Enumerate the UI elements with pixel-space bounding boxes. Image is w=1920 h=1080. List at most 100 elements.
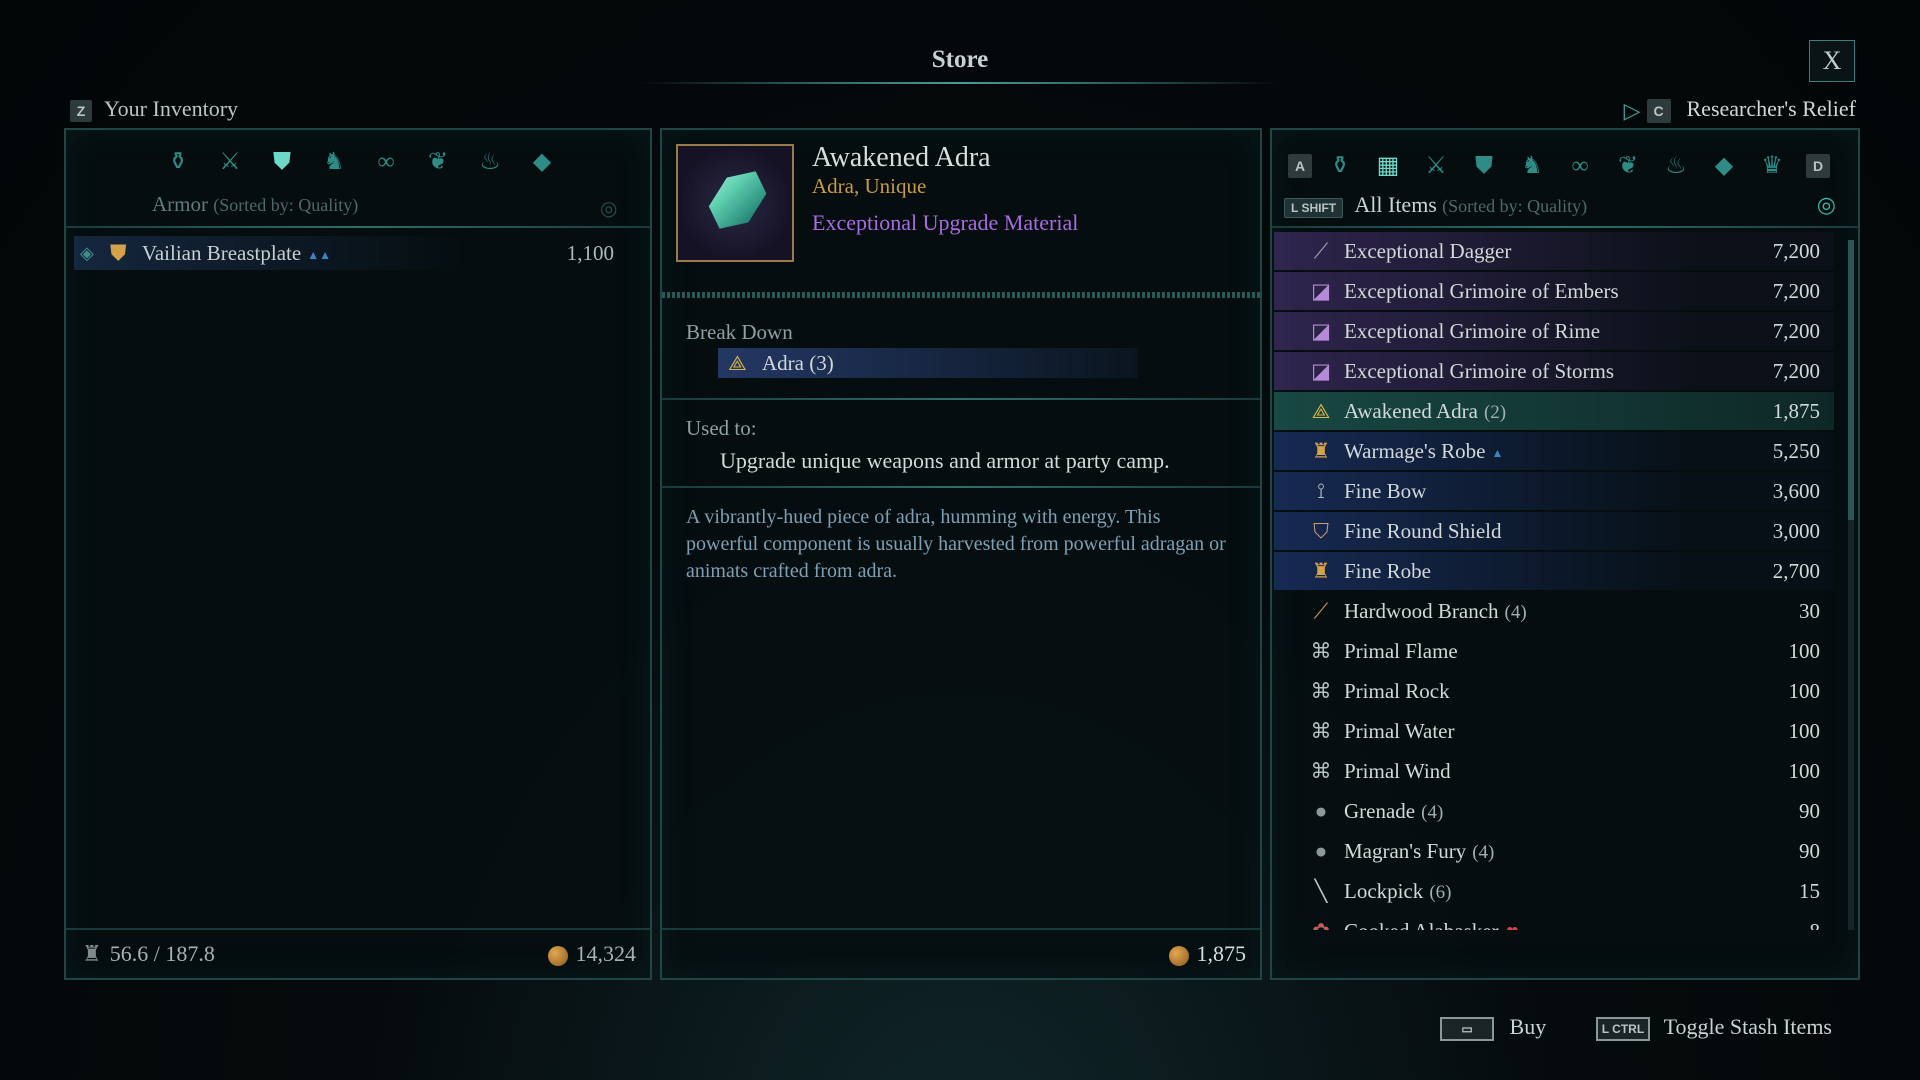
inventory-footer: ♜ 56.6 / 187.8 14,324 (66, 928, 650, 978)
ornate-divider (662, 292, 1260, 298)
settings-icon[interactable]: ◎ (600, 196, 617, 221)
vendor-item-row[interactable]: ✿ Cooked Alabasker ❤ 8 (1274, 912, 1834, 930)
food-category-icon[interactable]: ❦ (412, 142, 464, 182)
vendor-sort-text: (Sorted by: Quality) (1442, 196, 1588, 216)
vendor-item-price: 30 (1799, 599, 1820, 623)
vendor-item-label: Fine Round Shield (1344, 519, 1502, 543)
food-icon: ✿ (1308, 912, 1334, 930)
vendor-item-name: Primal Water (1344, 712, 1454, 750)
used-to-text: Upgrade unique weapons and armor at part… (720, 448, 1170, 473)
boots-icon[interactable]: ♞ (1508, 146, 1556, 186)
vendor-item-price: 3,600 (1772, 479, 1820, 503)
vendor-item-name: Exceptional Grimoire of Embers (1344, 272, 1619, 310)
item-detail-panel: Awakened Adra Adra, Unique Exceptional U… (660, 128, 1262, 980)
vendor-item-name: Exceptional Grimoire of Rime (1344, 312, 1600, 350)
item-description: A vibrantly-hued piece of adra, humming … (686, 506, 1226, 582)
item-subtitle: Adra, Unique (812, 174, 927, 198)
heart-icon: ❤ (1507, 925, 1519, 930)
price-footer: 1,875 (662, 928, 1260, 978)
weight-icon: ♜ (82, 941, 102, 966)
scrollbar-thumb[interactable] (1848, 240, 1854, 520)
buy-hint[interactable]: Buy (1510, 1014, 1547, 1039)
crown-icon[interactable]: ♛ (1748, 146, 1796, 186)
vendor-item-row[interactable]: ⟁ Awakened Adra (2) 1,875 (1274, 392, 1834, 430)
inventory-item-row[interactable]: ◈ ⛊ Vailian Breastplate ▲▲ 1,100 (74, 236, 634, 270)
vendor-item-row[interactable]: ◪ Exceptional Grimoire of Storms 7,200 (1274, 352, 1834, 390)
vendor-item-row[interactable]: ╲ Lockpick (6) 15 (1274, 872, 1834, 910)
weapons-icon[interactable]: ⚔ (1412, 146, 1460, 186)
weight-value: 56.6 / 187.8 (109, 941, 215, 966)
vendor-item-price: 3,000 (1772, 519, 1820, 543)
weapons-icon[interactable]: ⚔ (204, 142, 256, 182)
vendor-item-name: Hardwood Branch (4) (1344, 592, 1527, 632)
gold-value: 14,324 (575, 941, 637, 966)
inventory-header[interactable]: Z Your Inventory (70, 96, 238, 122)
vendor-item-name: Primal Wind (1344, 752, 1451, 790)
break-down-item[interactable]: ⟁ Adra (3) (718, 348, 1138, 378)
grimoire-icon: ◪ (1311, 359, 1331, 383)
weight-readout: ♜ 56.6 / 187.8 (82, 930, 215, 978)
vendor-item-name: Fine Round Shield (1344, 512, 1502, 550)
d-key-hint[interactable]: D (1806, 154, 1830, 178)
settings-icon[interactable]: ◎ (1817, 192, 1836, 218)
vendor-item-row[interactable]: ● Magran's Fury (4) 90 (1274, 832, 1834, 870)
gem-icon[interactable]: ◆ (516, 142, 568, 182)
vendor-item-label: Primal Rock (1344, 679, 1450, 703)
toggle-stash-hint[interactable]: Toggle Stash Items (1664, 1014, 1832, 1039)
vendor-item-row[interactable]: ⟋ Exceptional Dagger 7,200 (1274, 232, 1834, 270)
equipped-diamond-icon: ◈ (80, 243, 94, 263)
bag-icon[interactable]: ⚱ (152, 142, 204, 182)
vendor-item-row[interactable]: ⌘ Primal Rock 100 (1274, 672, 1834, 710)
vendor-item-row[interactable]: ● Grenade (4) 90 (1274, 792, 1834, 830)
armor-icon[interactable]: ⛊ (1460, 146, 1508, 186)
vendor-item-row[interactable]: ⌘ Primal Flame 100 (1274, 632, 1834, 670)
vendor-item-price: 100 (1788, 639, 1821, 663)
vendor-item-list[interactable]: ⟋ Exceptional Dagger 7,200 ◪ Exceptional Gri… (1272, 232, 1838, 930)
all-items-icon[interactable]: ▦ (1364, 146, 1412, 186)
grenade-icon: ● (1314, 839, 1328, 863)
vendor-item-name: Lockpick (6) (1344, 872, 1451, 912)
gem-icon[interactable]: ◆ (1700, 146, 1748, 186)
vendor-item-row[interactable]: ⟋ Hardwood Branch (4) 30 (1274, 592, 1834, 630)
dagger-icon: ⟋ (1313, 239, 1329, 263)
store-title: Store (931, 46, 989, 73)
vendor-item-row[interactable]: ⌘ Primal Water 100 (1274, 712, 1834, 750)
branch-icon: ⟋ (1313, 599, 1329, 623)
vendor-item-label: Fine Robe (1344, 559, 1431, 583)
inventory-sort-label[interactable]: Armor (Sorted by: Quality) (152, 192, 358, 217)
vendor-item-label: Exceptional Grimoire of Embers (1344, 279, 1619, 303)
vendor-item-row[interactable]: ◪ Exceptional Grimoire of Rime 7,200 (1274, 312, 1834, 350)
vendor-item-row[interactable]: ♜ Fine Robe 2,700 (1274, 552, 1834, 590)
vendor-item-price: 2,700 (1772, 559, 1820, 583)
vendor-item-row[interactable]: ⌘ Primal Wind 100 (1274, 752, 1834, 790)
vendor-item-price: 100 (1788, 679, 1821, 703)
vendor-item-row[interactable]: ⛉ Fine Round Shield 3,000 (1274, 512, 1834, 550)
c-key-hint: C (1646, 98, 1671, 123)
boots-icon[interactable]: ♞ (308, 142, 360, 182)
bag-icon[interactable]: ⚱ (1316, 146, 1364, 186)
vendor-item-quantity: (6) (1429, 882, 1452, 903)
food-category-icon[interactable]: ❦ (1604, 146, 1652, 186)
primal-icon: ⌘ (1310, 719, 1332, 743)
section-divider (662, 486, 1260, 488)
vendor-sort-label[interactable]: L SHIFT All Items (Sorted by: Quality) (1284, 192, 1587, 218)
shift-key-hint: L SHIFT (1284, 198, 1344, 218)
vendor-item-row[interactable]: ♜ Warmage's Robe ▲ 5,250 (1274, 432, 1834, 470)
vendor-item-label: Grenade (1344, 799, 1416, 823)
rings-icon[interactable]: ∞ (1556, 146, 1604, 186)
vendor-item-row[interactable]: ⟟ Fine Bow 3,600 (1274, 472, 1834, 510)
vendor-item-price: 90 (1799, 839, 1820, 863)
vendor-item-row[interactable]: ◪ Exceptional Grimoire of Embers 7,200 (1274, 272, 1834, 310)
lamp-icon[interactable]: ♨ (464, 142, 516, 182)
adra-icon: ⟁ (1311, 399, 1331, 423)
vendor-header[interactable]: ▷ C Researcher's Relief (1624, 96, 1856, 124)
vendor-item-label: Awakened Adra (1344, 399, 1478, 423)
lamp-icon[interactable]: ♨ (1652, 146, 1700, 186)
vendor-item-name: Awakened Adra (2) (1344, 392, 1506, 432)
vendor-item-price: 15 (1799, 879, 1820, 903)
armor-icon[interactable]: ⛊ (256, 142, 308, 182)
vendor-category-tabs: ⚱ ▦ ⚔ ⛊ ♞ ∞ ❦ ♨ ◆ ♛ (1316, 146, 1796, 186)
rings-icon[interactable]: ∞ (360, 142, 412, 182)
close-button[interactable]: X (1809, 40, 1855, 82)
a-key-hint[interactable]: A (1288, 154, 1312, 178)
